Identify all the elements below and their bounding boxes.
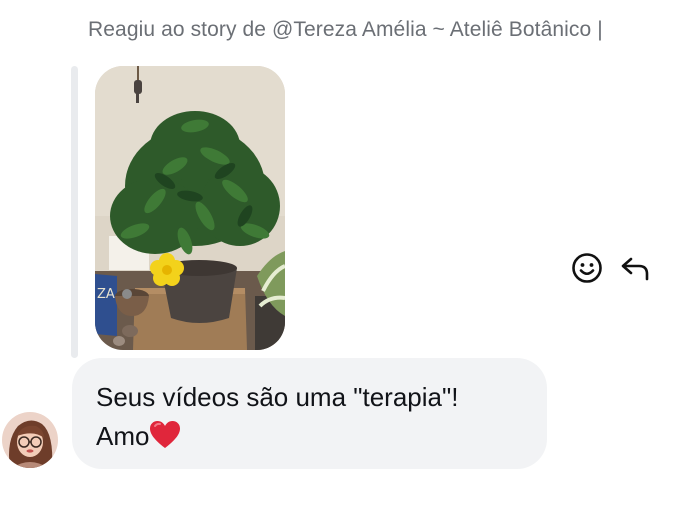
quote-bar [71,66,78,358]
message-line-1: Seus vídeos são uma "terapia"! [96,382,459,412]
story-reply-header: Reagiu ao story de @Tereza Amélia ~ Atel… [88,18,603,41]
svg-text:ZA: ZA [97,287,115,302]
message-line-2: Amo [96,417,523,456]
message-line-2-text: Amo [96,421,150,451]
story-thumbnail[interactable]: ZA [95,66,285,350]
heart-emoji-icon [149,420,181,450]
message-bubble[interactable]: Seus vídeos são uma "terapia"! Amo [72,358,547,469]
react-smiley-icon[interactable] [571,252,603,284]
avatar[interactable] [2,412,58,468]
reply-arrow-icon[interactable] [619,252,651,284]
